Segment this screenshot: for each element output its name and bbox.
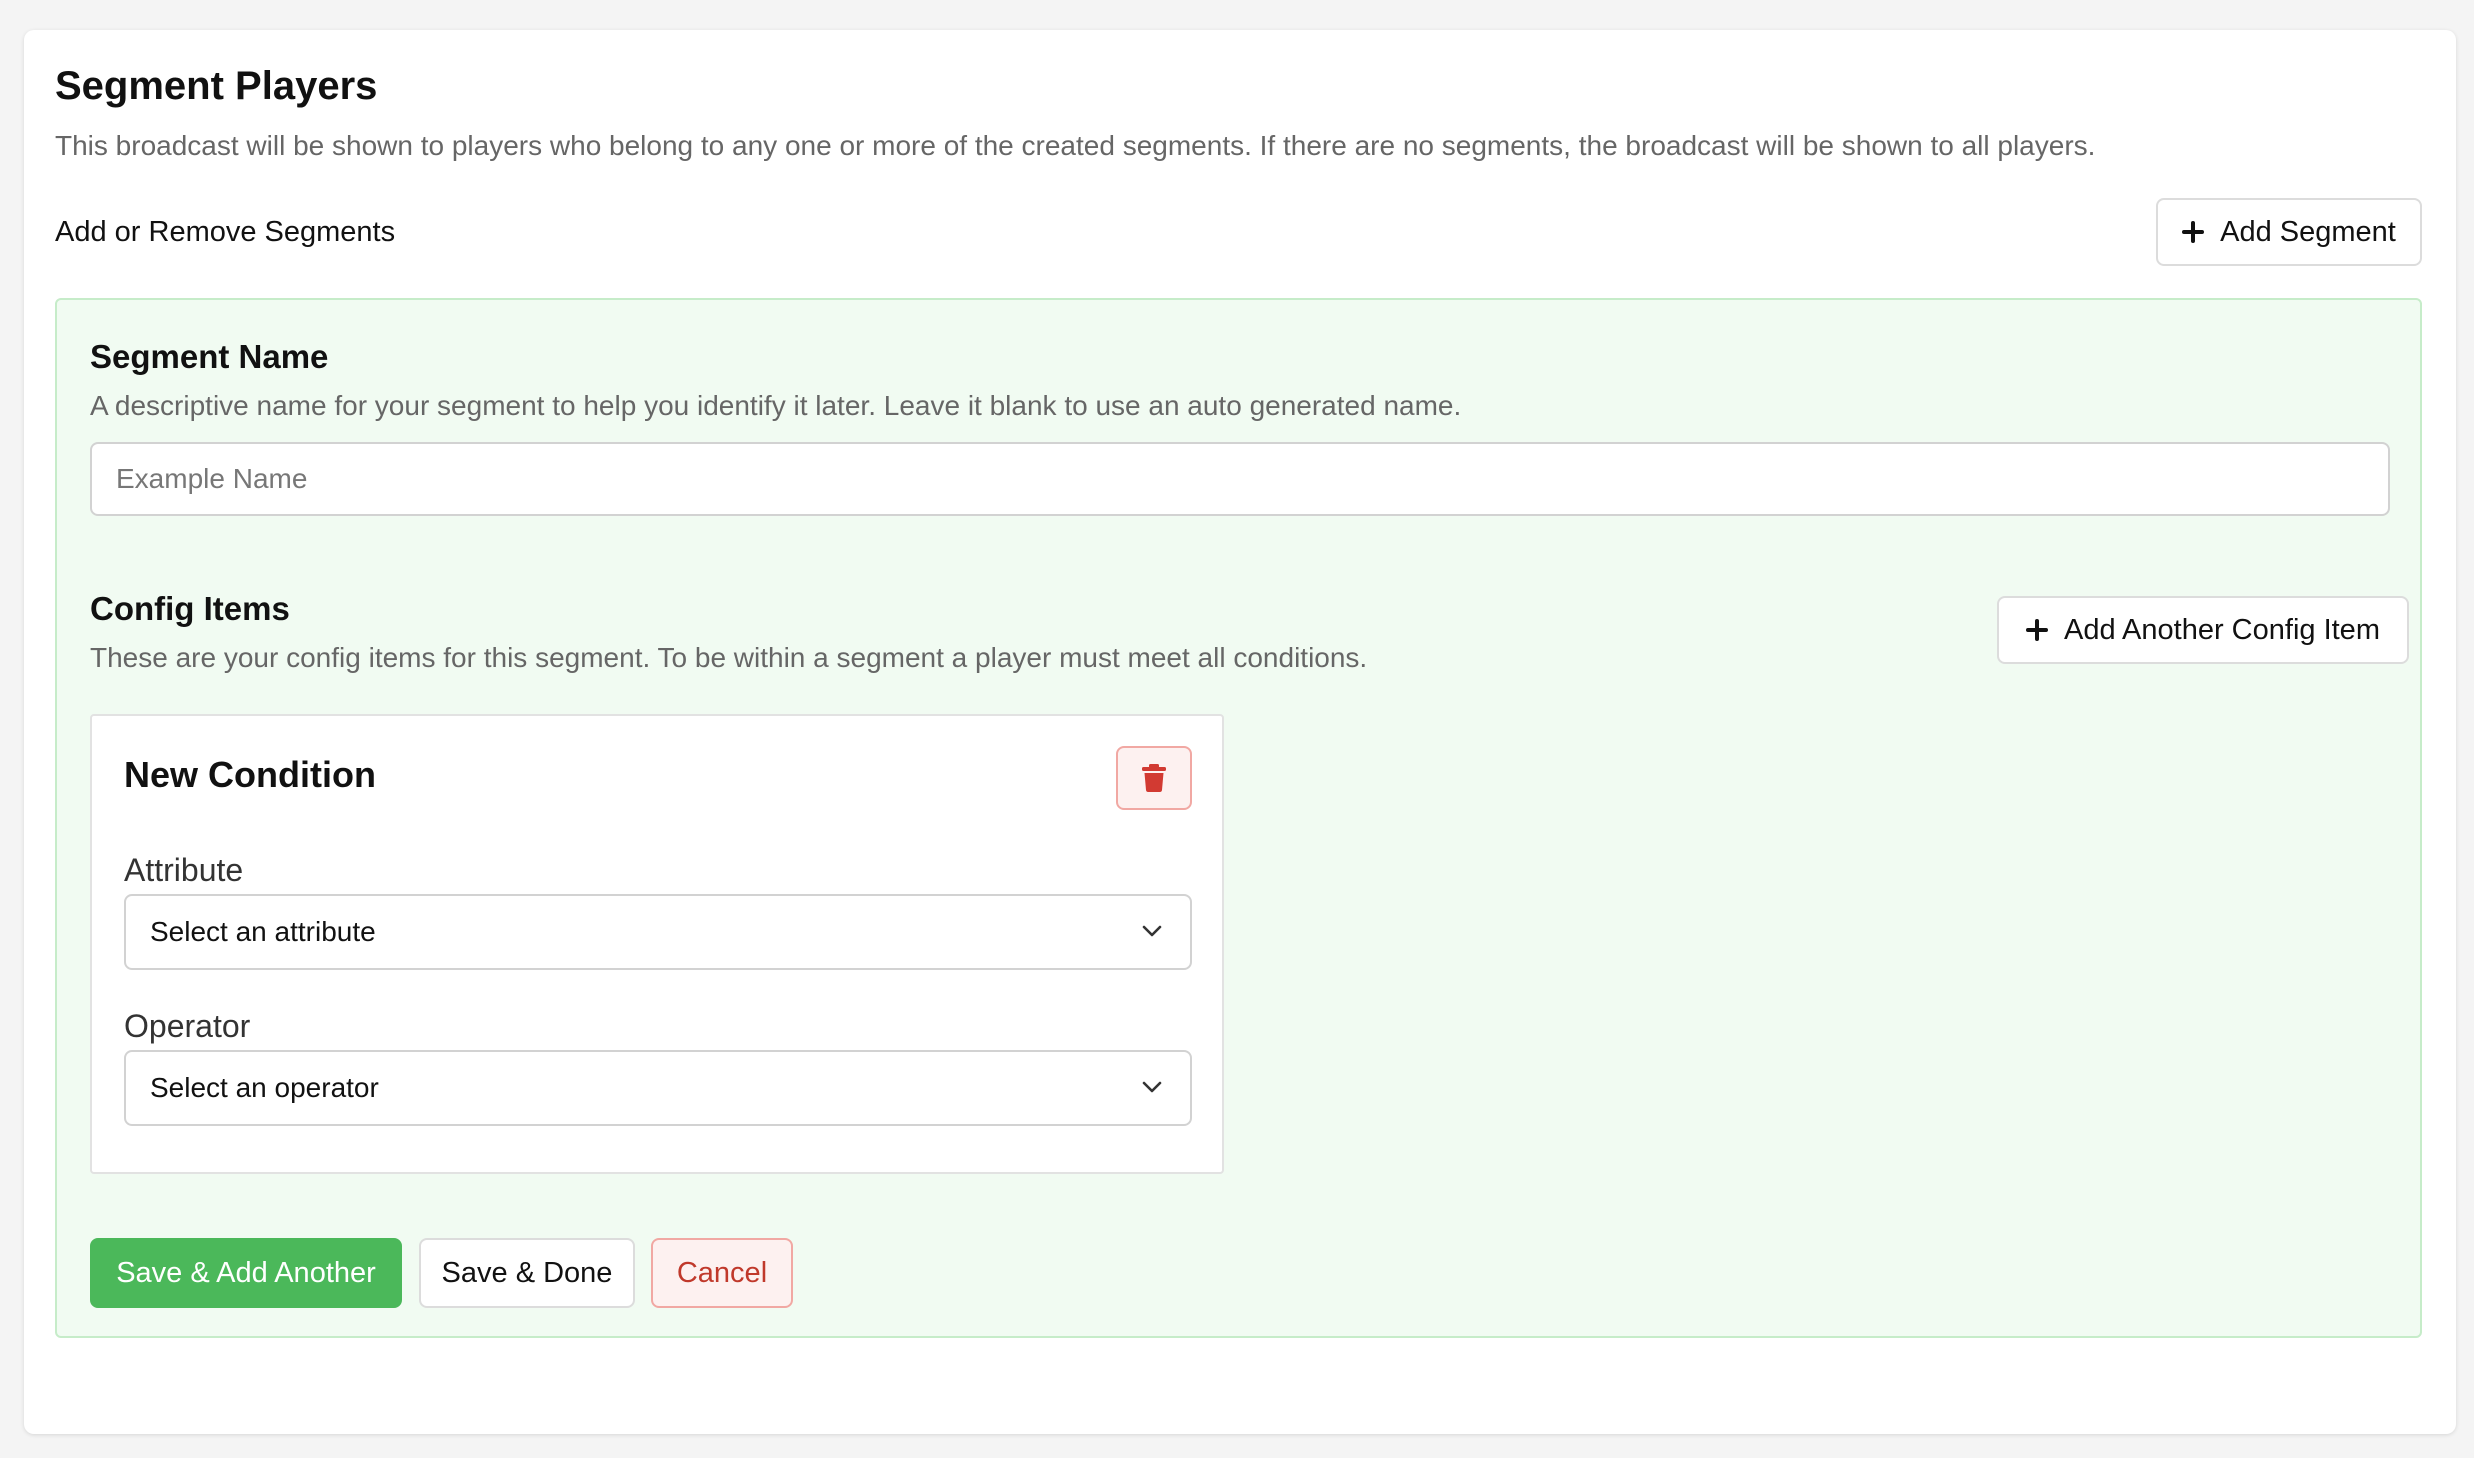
condition-title: New Condition [124, 754, 376, 795]
trash-icon [1142, 764, 1166, 792]
operator-label: Operator [124, 1008, 251, 1044]
chevron-down-icon [1142, 925, 1162, 937]
operator-select[interactable]: Select an operator [124, 1050, 1192, 1126]
attribute-select[interactable]: Select an attribute [124, 894, 1192, 970]
save-and-add-another-button[interactable]: Save & Add Another [90, 1238, 402, 1308]
save-and-done-button[interactable]: Save & Done [419, 1238, 635, 1308]
page-title: Segment Players [55, 64, 378, 108]
plus-icon [2026, 619, 2048, 641]
add-segment-button[interactable]: Add Segment [2156, 198, 2422, 266]
config-items-title: Config Items [90, 590, 290, 627]
operator-select-value: Select an operator [150, 1072, 379, 1103]
segment-players-card: Segment Players This broadcast will be s… [24, 30, 2456, 1434]
add-config-item-button[interactable]: Add Another Config Item [1997, 596, 2409, 664]
add-segment-label: Add Segment [2220, 215, 2396, 248]
segment-name-input[interactable] [90, 442, 2390, 516]
segments-section-label: Add or Remove Segments [55, 216, 396, 248]
delete-condition-button[interactable] [1116, 746, 1192, 810]
attribute-select-value: Select an attribute [150, 916, 376, 947]
condition-card: New Condition Attribute Select an attrib… [90, 714, 1224, 1174]
plus-icon [2182, 221, 2205, 243]
page-description: This broadcast will be shown to players … [55, 130, 2096, 161]
config-items-description: These are your config items for this seg… [90, 642, 1368, 673]
attribute-label: Attribute [124, 852, 244, 888]
segment-form-panel: Segment Name A descriptive name for your… [55, 298, 2422, 1338]
cancel-button[interactable]: Cancel [651, 1238, 793, 1308]
add-config-item-label: Add Another Config Item [2064, 613, 2380, 646]
chevron-down-icon [1142, 1081, 1162, 1093]
segment-name-title: Segment Name [90, 338, 329, 375]
segment-name-description: A descriptive name for your segment to h… [90, 390, 1462, 421]
